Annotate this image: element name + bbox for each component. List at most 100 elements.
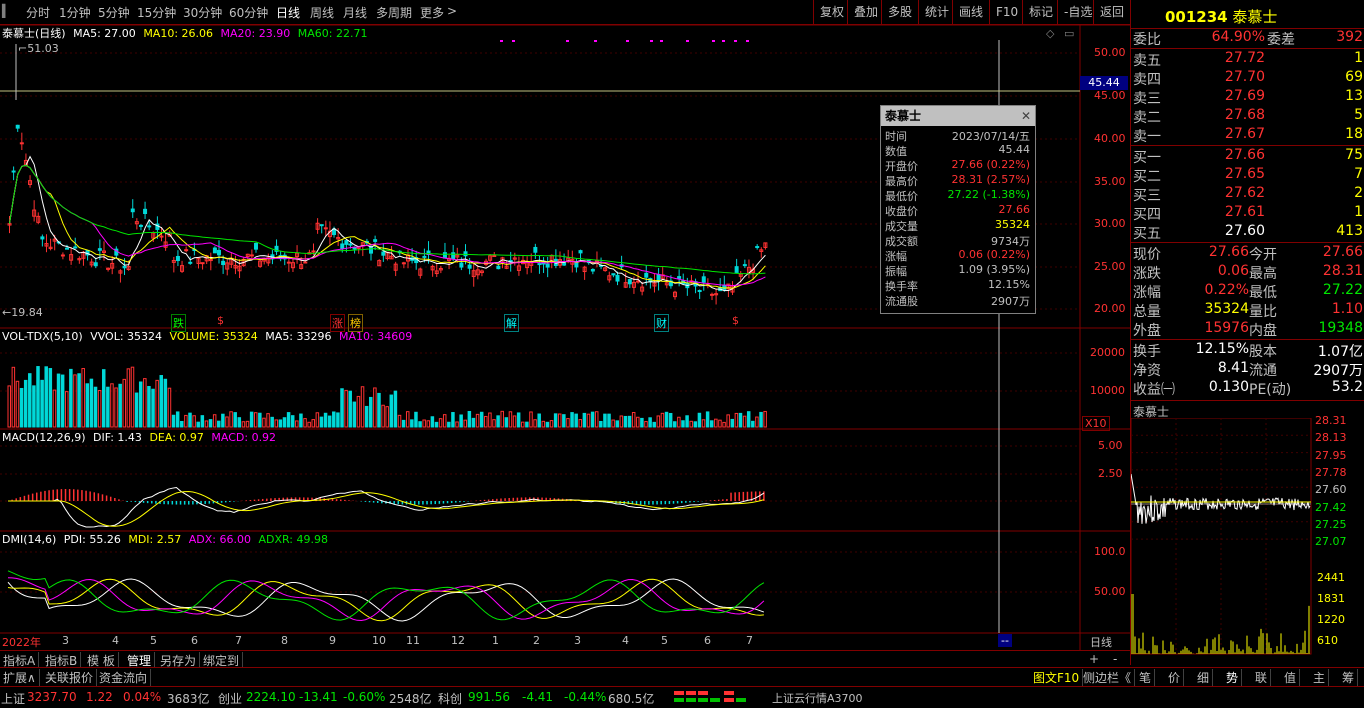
volume-bar [241, 421, 246, 428]
right-tab[interactable]: 价 [1165, 669, 1185, 686]
volume-bar [709, 420, 714, 428]
volume-bar [200, 415, 205, 428]
sidebar-toggle-button[interactable]: 侧边栏《 [1080, 669, 1136, 686]
bid-row[interactable]: 买二 27.65 7 [1131, 166, 1364, 185]
volume-bar [685, 415, 689, 428]
volume-bar [516, 412, 521, 428]
zoom-in-button[interactable]: + [1086, 652, 1102, 666]
right-tab[interactable]: 主 [1310, 669, 1330, 686]
volume-bar [492, 419, 496, 428]
volume-bar [36, 366, 40, 428]
volume-bar [479, 411, 484, 428]
market-breadth-icon [674, 689, 746, 708]
candle-body [562, 262, 567, 266]
volume-bar [159, 375, 163, 428]
close-icon[interactable]: ✕ [1021, 106, 1031, 126]
indicator-tab-bar: 指标A 指标B 模 板 管理 另存为 绑定到 + - [0, 650, 1130, 669]
ask-row[interactable]: 卖四 27.70 69 [1131, 69, 1364, 88]
diamond-icon[interactable]: ◇ [1046, 27, 1054, 40]
event-marker-jie[interactable]: 解 [504, 314, 519, 332]
sh-index-label[interactable]: 上证 [1, 690, 25, 707]
volume-bar [525, 421, 529, 428]
cursor-price-label: 45.44 [1080, 76, 1128, 90]
ma10-label: MA10: 26.06 [143, 27, 214, 40]
event-marker-zhang[interactable]: 涨 [330, 314, 345, 332]
tab-expand[interactable]: 扩展∧ [0, 669, 40, 686]
volume-bar [89, 378, 94, 428]
tab-related-quotes[interactable]: 关联报价 [42, 669, 98, 686]
volume-bar [701, 419, 706, 428]
volume-bar [44, 366, 48, 428]
volume-bar [204, 420, 209, 428]
stat-label: 外盘 [1133, 323, 1161, 339]
cy-index-value: 2224.10 [246, 690, 296, 704]
stat-value: 1.10 [1331, 301, 1363, 317]
right-tab[interactable]: 细 [1194, 669, 1214, 686]
vol-axis-20000: 20000 [1090, 346, 1125, 359]
tab-fund-flow[interactable]: 资金流向 [96, 669, 152, 686]
event-marker-dollar-2[interactable]: $ [732, 314, 739, 327]
ask-row[interactable]: 卖二 27.68 5 [1131, 107, 1364, 126]
right-tab[interactable]: 笔 [1136, 669, 1156, 686]
tooltip-header[interactable]: 泰慕士 ✕ [881, 106, 1035, 126]
event-marker-die[interactable]: 跌 [171, 314, 186, 332]
tooltip-row-value: 12.15% [988, 278, 1030, 291]
volume-bar [405, 411, 410, 428]
candle-body [65, 247, 70, 250]
date-label: 2022年 [2, 636, 41, 649]
bid-price: 27.62 [1224, 185, 1265, 201]
tooltip-row-label: 数值 [885, 145, 907, 158]
kc-index-label[interactable]: 科创 [438, 690, 462, 707]
right-tab[interactable]: 值 [1281, 669, 1301, 686]
tooltip-row: 流通股 2907万 [881, 293, 1033, 308]
ask-row[interactable]: 卖三 27.69 13 [1131, 88, 1364, 107]
volume-bar [455, 421, 459, 428]
panel-toggle-icon[interactable]: ▭ [1064, 27, 1074, 40]
event-marker-bang[interactable]: 榜 [348, 314, 363, 332]
fund-value: 12.15% [1195, 341, 1249, 357]
candle-body [143, 208, 148, 215]
volume-bar [286, 412, 291, 428]
right-tab[interactable]: 筹 [1339, 669, 1359, 686]
ask-row[interactable]: 卖五 27.72 1 [1131, 50, 1364, 69]
volume-bar [718, 419, 722, 428]
date-axis: 2022年 3 4 5 6 7 8 9 10 11 12 1 2 3 4 5 6… [0, 633, 1130, 649]
kc-index-pct: -0.44% [564, 690, 607, 704]
candle-body [615, 274, 620, 282]
volume-bar [738, 412, 743, 428]
ask-label: 卖三 [1133, 91, 1161, 107]
event-marker-cai[interactable]: 财 [654, 314, 669, 332]
macd-title: MACD(12,26,9) [2, 431, 86, 444]
right-tab[interactable]: 势 [1223, 669, 1243, 686]
bid-row[interactable]: 买五 27.60 413 [1131, 223, 1364, 242]
volume-bar [451, 412, 455, 428]
period-label: 日线 [1090, 636, 1112, 649]
volume-bar [369, 396, 373, 428]
fund-label: 净资 [1133, 363, 1161, 379]
volume-bar [56, 373, 61, 428]
mini-price-axis-label: 27.78 [1315, 465, 1347, 479]
bid-row[interactable]: 买一 27.66 75 [1131, 147, 1364, 166]
zoom-out-button[interactable]: - [1110, 652, 1120, 666]
cy-index-label[interactable]: 创业 [218, 690, 242, 707]
stock-name: 泰慕士 [1232, 8, 1278, 26]
right-tab[interactable]: 联 [1252, 669, 1272, 686]
tooltip-row-label: 最高价 [885, 175, 918, 188]
candle-body [369, 246, 374, 254]
f10-text-button[interactable]: 图文F10 [1030, 669, 1084, 686]
volume-bar [636, 416, 640, 428]
volume-bar [126, 368, 131, 428]
macd-axis-5: 5.00 [1098, 439, 1123, 452]
bid-row[interactable]: 买四 27.61 1 [1131, 204, 1364, 223]
volume-bar [93, 386, 98, 428]
event-marker-dollar-1[interactable]: $ [217, 314, 224, 327]
volume-bar [488, 412, 492, 428]
kline-chart-canvas[interactable] [0, 0, 1130, 650]
ask-price: 27.67 [1224, 126, 1265, 142]
weibi-row: 委比 64.90% 委差 392 [1131, 29, 1364, 48]
tooltip-row: 涨幅 0.06 (0.22%) [881, 248, 1033, 263]
volume-bar [549, 420, 554, 428]
bid-row[interactable]: 买三 27.62 2 [1131, 185, 1364, 204]
ask-row[interactable]: 卖一 27.67 18 [1131, 126, 1364, 145]
tooltip-row: 数值 45.44 [881, 143, 1033, 158]
